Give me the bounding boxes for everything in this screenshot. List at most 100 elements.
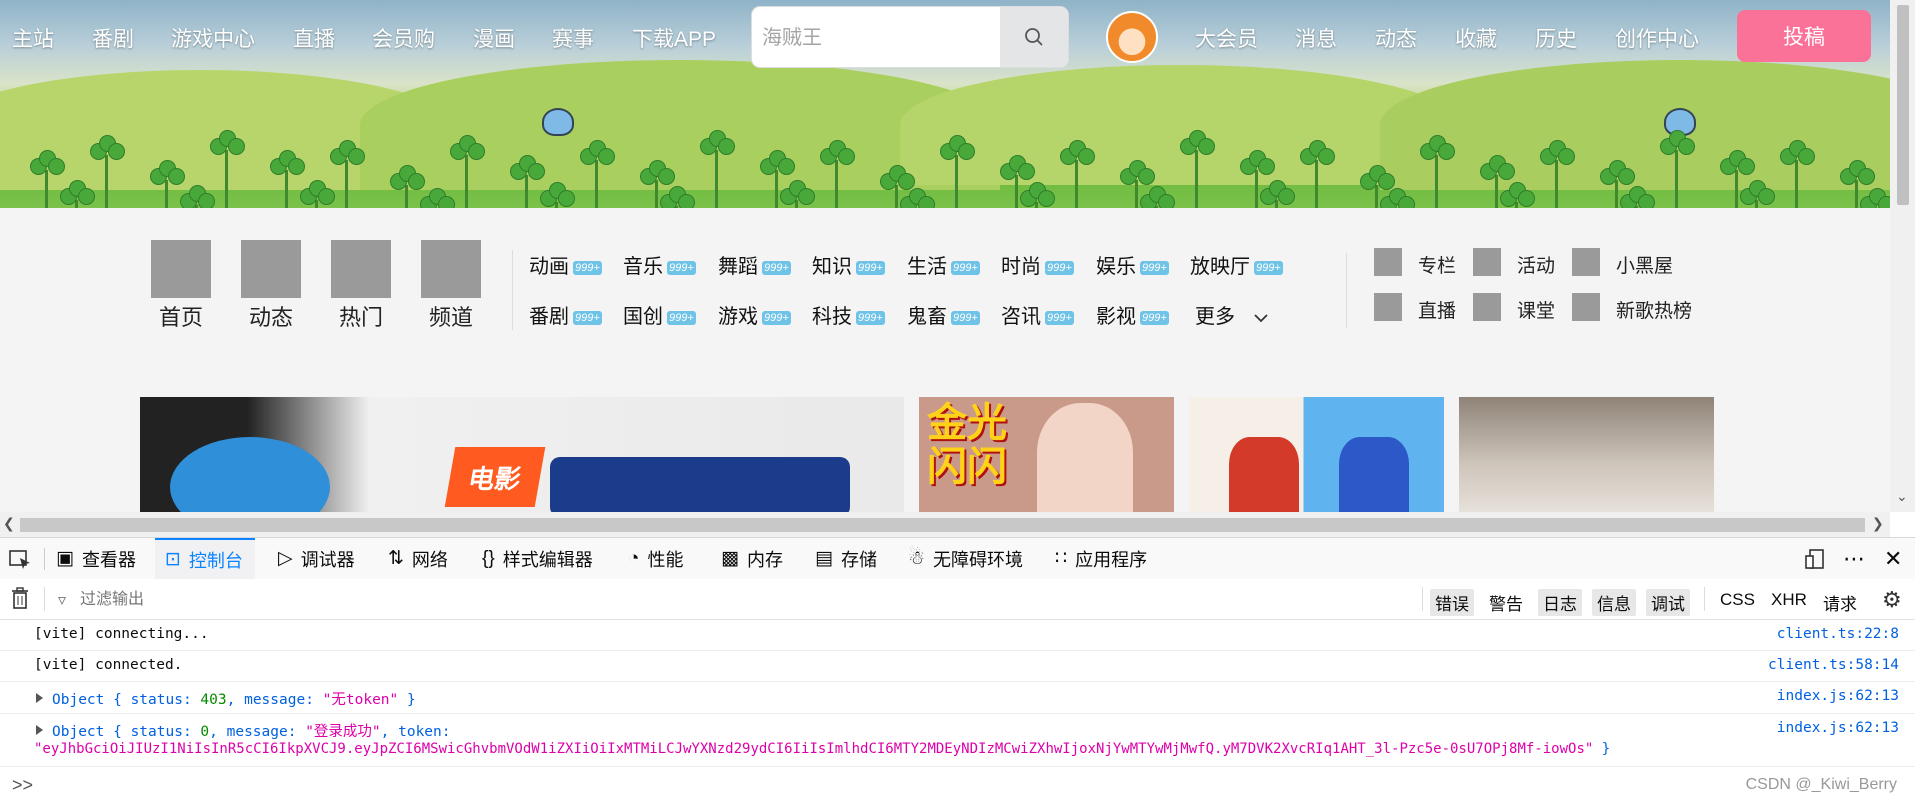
side-link-activity[interactable]: 活动	[1517, 251, 1555, 278]
filter-output-input[interactable]	[78, 587, 682, 613]
filter-info-toggle[interactable]: 信息	[1592, 589, 1636, 616]
filter-xhr-toggle[interactable]: XHR	[1766, 589, 1812, 611]
expand-triangle-icon[interactable]	[36, 725, 43, 735]
nav-item-home[interactable]: 主站	[12, 23, 54, 53]
vertical-scrollbar[interactable]: ⌄	[1890, 0, 1915, 512]
side-link-classroom[interactable]: 课堂	[1517, 296, 1555, 323]
scrollbar-thumb[interactable]	[20, 518, 1865, 532]
search-button[interactable]	[1000, 7, 1068, 67]
gear-icon[interactable]: ⚙	[1882, 587, 1902, 613]
nav-item-history[interactable]: 历史	[1535, 23, 1577, 53]
filter-debug-toggle[interactable]: 调试	[1646, 589, 1690, 616]
close-icon[interactable]: ✕	[1884, 538, 1902, 579]
channel-item[interactable]: 时尚 999+	[1001, 250, 1074, 279]
nav-item-bangumi[interactable]: 番剧	[92, 23, 134, 53]
message-source-link[interactable]: client.ts:58:14	[1768, 657, 1899, 673]
tab-debugger[interactable]: ▷ 调试器	[278, 538, 355, 579]
entry-dynamics[interactable]: 动态	[231, 300, 311, 332]
responsive-design-icon[interactable]	[1804, 538, 1826, 579]
channel-item[interactable]: 动画 999+	[529, 250, 602, 279]
channel-item[interactable]: 放映厅 999+	[1190, 250, 1283, 279]
popular-icon[interactable]	[331, 240, 391, 298]
side-link-live[interactable]: 直播	[1418, 296, 1456, 323]
channel-icon[interactable]	[421, 240, 481, 298]
channel-item[interactable]: 娱乐 999+	[1096, 250, 1169, 279]
filter-requests-toggle[interactable]: 请求	[1818, 589, 1862, 616]
tab-console[interactable]: ⊡ 控制台	[155, 538, 255, 579]
scroll-right-arrow-icon[interactable]: ❯	[1872, 515, 1884, 532]
message-source-link[interactable]: index.js:62:13	[1777, 720, 1899, 736]
filter-css-toggle[interactable]: CSS	[1715, 589, 1760, 611]
channel-item[interactable]: 知识 999+	[812, 250, 885, 279]
home-icon[interactable]	[151, 240, 211, 298]
side-link-blackroom[interactable]: 小黑屋	[1616, 251, 1673, 278]
channel-item[interactable]: 鬼畜 999+	[907, 300, 980, 329]
filter-logs-toggle[interactable]: 日志	[1538, 589, 1582, 616]
entry-popular[interactable]: 热门	[321, 300, 401, 332]
clover-leaf	[150, 160, 185, 190]
video-card[interactable]: 金光闪闪	[919, 397, 1174, 512]
tab-application[interactable]: ∷ 应用程序	[1055, 538, 1147, 579]
nav-item-vip[interactable]: 大会员	[1195, 23, 1258, 53]
nav-item-messages[interactable]: 消息	[1295, 23, 1337, 53]
more-options-icon[interactable]: ⋯	[1843, 538, 1866, 579]
channel-item[interactable]: 音乐 999+	[623, 250, 696, 279]
message-source-link[interactable]: client.ts:22:8	[1777, 626, 1899, 642]
dynamics-icon[interactable]	[241, 240, 301, 298]
channel-item[interactable]: 舞蹈 999+	[718, 250, 791, 279]
channel-item[interactable]: 番剧 999+	[529, 300, 602, 329]
header-banner: 主站 番剧 游戏中心 直播 会员购 漫画 赛事 下载APP 大会员 消息 动态 …	[0, 0, 1890, 208]
scrollbar-thumb[interactable]	[1897, 5, 1909, 205]
filter-errors-toggle[interactable]: 错误	[1430, 589, 1474, 616]
scroll-down-arrow-icon[interactable]: ⌄	[1896, 488, 1908, 505]
search-icon	[1025, 28, 1043, 46]
channel-item[interactable]: 科技 999+	[812, 300, 885, 329]
tab-performance[interactable]: ◔ 性能	[628, 538, 683, 579]
channel-item[interactable]: 影视 999+	[1096, 300, 1169, 329]
expand-triangle-icon[interactable]	[36, 693, 43, 703]
side-link-column[interactable]: 专栏	[1418, 251, 1456, 278]
side-link-hot-songs[interactable]: 新歌热榜	[1616, 296, 1692, 323]
clover-leaf	[700, 130, 735, 160]
nav-item-live[interactable]: 直播	[293, 23, 335, 53]
element-picker-icon[interactable]	[8, 538, 32, 579]
nav-item-mall[interactable]: 会员购	[372, 23, 435, 53]
nav-item-esports[interactable]: 赛事	[552, 23, 594, 53]
clover-leaf	[1380, 188, 1415, 208]
more-channels-button[interactable]: 更多	[1195, 300, 1269, 329]
tab-memory[interactable]: ▩ 内存	[721, 538, 783, 579]
avatar[interactable]	[1106, 11, 1158, 63]
clover-leaf	[30, 150, 65, 180]
carousel-card[interactable]: 电影	[140, 397, 904, 512]
tab-style-editor[interactable]: {} 样式编辑器	[482, 538, 593, 579]
card-title-graphic	[550, 457, 850, 512]
video-card[interactable]	[1459, 397, 1714, 512]
entry-home[interactable]: 首页	[141, 300, 221, 332]
horizontal-scrollbar[interactable]: ❮ ❯	[0, 512, 1890, 537]
nav-item-manga[interactable]: 漫画	[473, 23, 515, 53]
post-button[interactable]: 投稿	[1737, 10, 1871, 62]
tab-inspector[interactable]: ▣ 查看器	[56, 538, 136, 579]
filter-warnings-toggle[interactable]: 警告	[1484, 589, 1528, 616]
channel-item[interactable]: 游戏 999+	[718, 300, 791, 329]
tab-accessibility[interactable]: ☃ 无障碍环境	[908, 538, 1023, 579]
channel-item[interactable]: 咨讯 999+	[1001, 300, 1074, 329]
nav-item-dynamics[interactable]: 动态	[1375, 23, 1417, 53]
scroll-left-arrow-icon[interactable]: ❮	[3, 515, 15, 532]
channel-item[interactable]: 生活 999+	[907, 250, 980, 279]
nav-item-download-app[interactable]: 下载APP	[632, 23, 716, 53]
message-source-link[interactable]: index.js:62:13	[1777, 688, 1899, 704]
tab-network[interactable]: ⇅ 网络	[388, 538, 448, 579]
search-input[interactable]	[760, 19, 994, 57]
message-object[interactable]: Object { status: 403, message: "无token" …	[52, 688, 416, 709]
nav-item-favorites[interactable]: 收藏	[1455, 23, 1497, 53]
nav-item-creator-center[interactable]: 创作中心	[1615, 23, 1699, 53]
console-input-prompt[interactable]: >>	[12, 775, 33, 796]
message-object[interactable]: Object { status: 0, message: "登录成功", tok…	[52, 720, 451, 741]
entry-channels[interactable]: 频道	[411, 300, 491, 332]
video-card[interactable]	[1189, 397, 1444, 512]
nav-item-game-center[interactable]: 游戏中心	[171, 23, 255, 53]
tab-storage[interactable]: ▤ 存储	[815, 538, 877, 579]
trash-icon[interactable]	[10, 586, 30, 615]
channel-item[interactable]: 国创 999+	[623, 300, 696, 329]
